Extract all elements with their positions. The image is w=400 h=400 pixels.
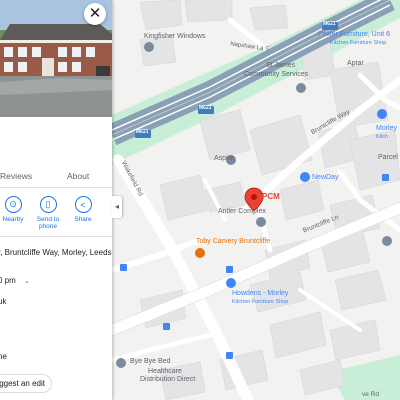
road-label-bottom: ve Rd (362, 391, 379, 398)
chevron-down-icon: ⌄ (24, 278, 30, 285)
poi-label-kingfisher[interactable]: Kingfisher Windows (144, 33, 205, 41)
poi-label-aptar[interactable]: Aptar (347, 60, 364, 68)
nearby-button[interactable]: ⊙ Nearby (0, 196, 30, 223)
collapse-panel-button[interactable]: ◂ (112, 196, 122, 218)
actions-divider (0, 236, 112, 237)
tab-about[interactable]: About (67, 171, 89, 181)
send-to-phone-button[interactable]: ▯ Send to phone (31, 196, 65, 230)
panel-tabs: Reviews About (0, 168, 112, 188)
poi-label-community[interactable]: Community Services (244, 71, 308, 79)
poi-label-distribution[interactable]: Distribution Direct (140, 376, 195, 384)
suggest-edit-button[interactable]: ggest an edit (0, 374, 52, 393)
poi-label-antler[interactable]: Antler Complex (218, 208, 266, 216)
place-panel: ✕ Reviews About ⊙ Nearby ▯ Send to phone… (0, 0, 112, 400)
address-text[interactable]: r, Bruntcliffe Way, Morley, Leeds (0, 248, 112, 257)
tabs-divider (0, 187, 112, 188)
tab-reviews[interactable]: Reviews (0, 171, 32, 181)
close-button[interactable]: ✕ (84, 3, 106, 25)
poi-label-newday[interactable]: NewDay (312, 174, 338, 182)
poi-sublabel-howdens: Kitchen Furniture Shop (232, 299, 289, 305)
nearby-icon: ⊙ (4, 196, 22, 213)
send-to-phone-label: Send to phone (36, 216, 60, 230)
poi-sublabel-kitch: Kitch (376, 134, 389, 140)
share-button[interactable]: < Share (66, 196, 100, 223)
hours-value: 0 pm (0, 276, 16, 285)
poi-label-aspire[interactable]: Aspire (214, 155, 234, 163)
poi-label-byebye[interactable]: Bye Bye Bed (130, 358, 170, 366)
motorway-label: M621 (199, 105, 212, 111)
poi-label-howdens[interactable]: Howdens - Morley (232, 290, 288, 298)
motorway-label: M621 (323, 21, 336, 27)
website-text[interactable]: uk (0, 297, 6, 306)
poi-label-morley[interactable]: Morley (376, 125, 397, 133)
poi-label-toby[interactable]: Toby Carvery Bruntcliffe (196, 238, 270, 246)
send-to-phone-icon: ▯ (39, 196, 57, 213)
nearby-label: Nearby (2, 216, 24, 223)
share-label: Share (74, 216, 92, 223)
poi-label-power-furniture[interactable]: Power Furniture, Unit 6 (318, 31, 390, 39)
motorway-label: M621 (136, 129, 149, 135)
phone-text[interactable]: ne (0, 352, 7, 361)
poi-label-healthcare[interactable]: Healthcare (148, 368, 182, 376)
poi-sublabel-kitchen: Kitchen Furniture Shop (330, 40, 387, 46)
hours-text[interactable]: 0 pm ⌄ (0, 276, 30, 285)
poi-label-parcel[interactable]: Parcel (378, 154, 398, 162)
chevron-left-icon: ◂ (114, 202, 119, 211)
poi-label-st-james[interactable]: St James (266, 62, 295, 70)
place-label-pcm[interactable]: PCM (262, 192, 280, 202)
share-icon: < (74, 196, 92, 213)
